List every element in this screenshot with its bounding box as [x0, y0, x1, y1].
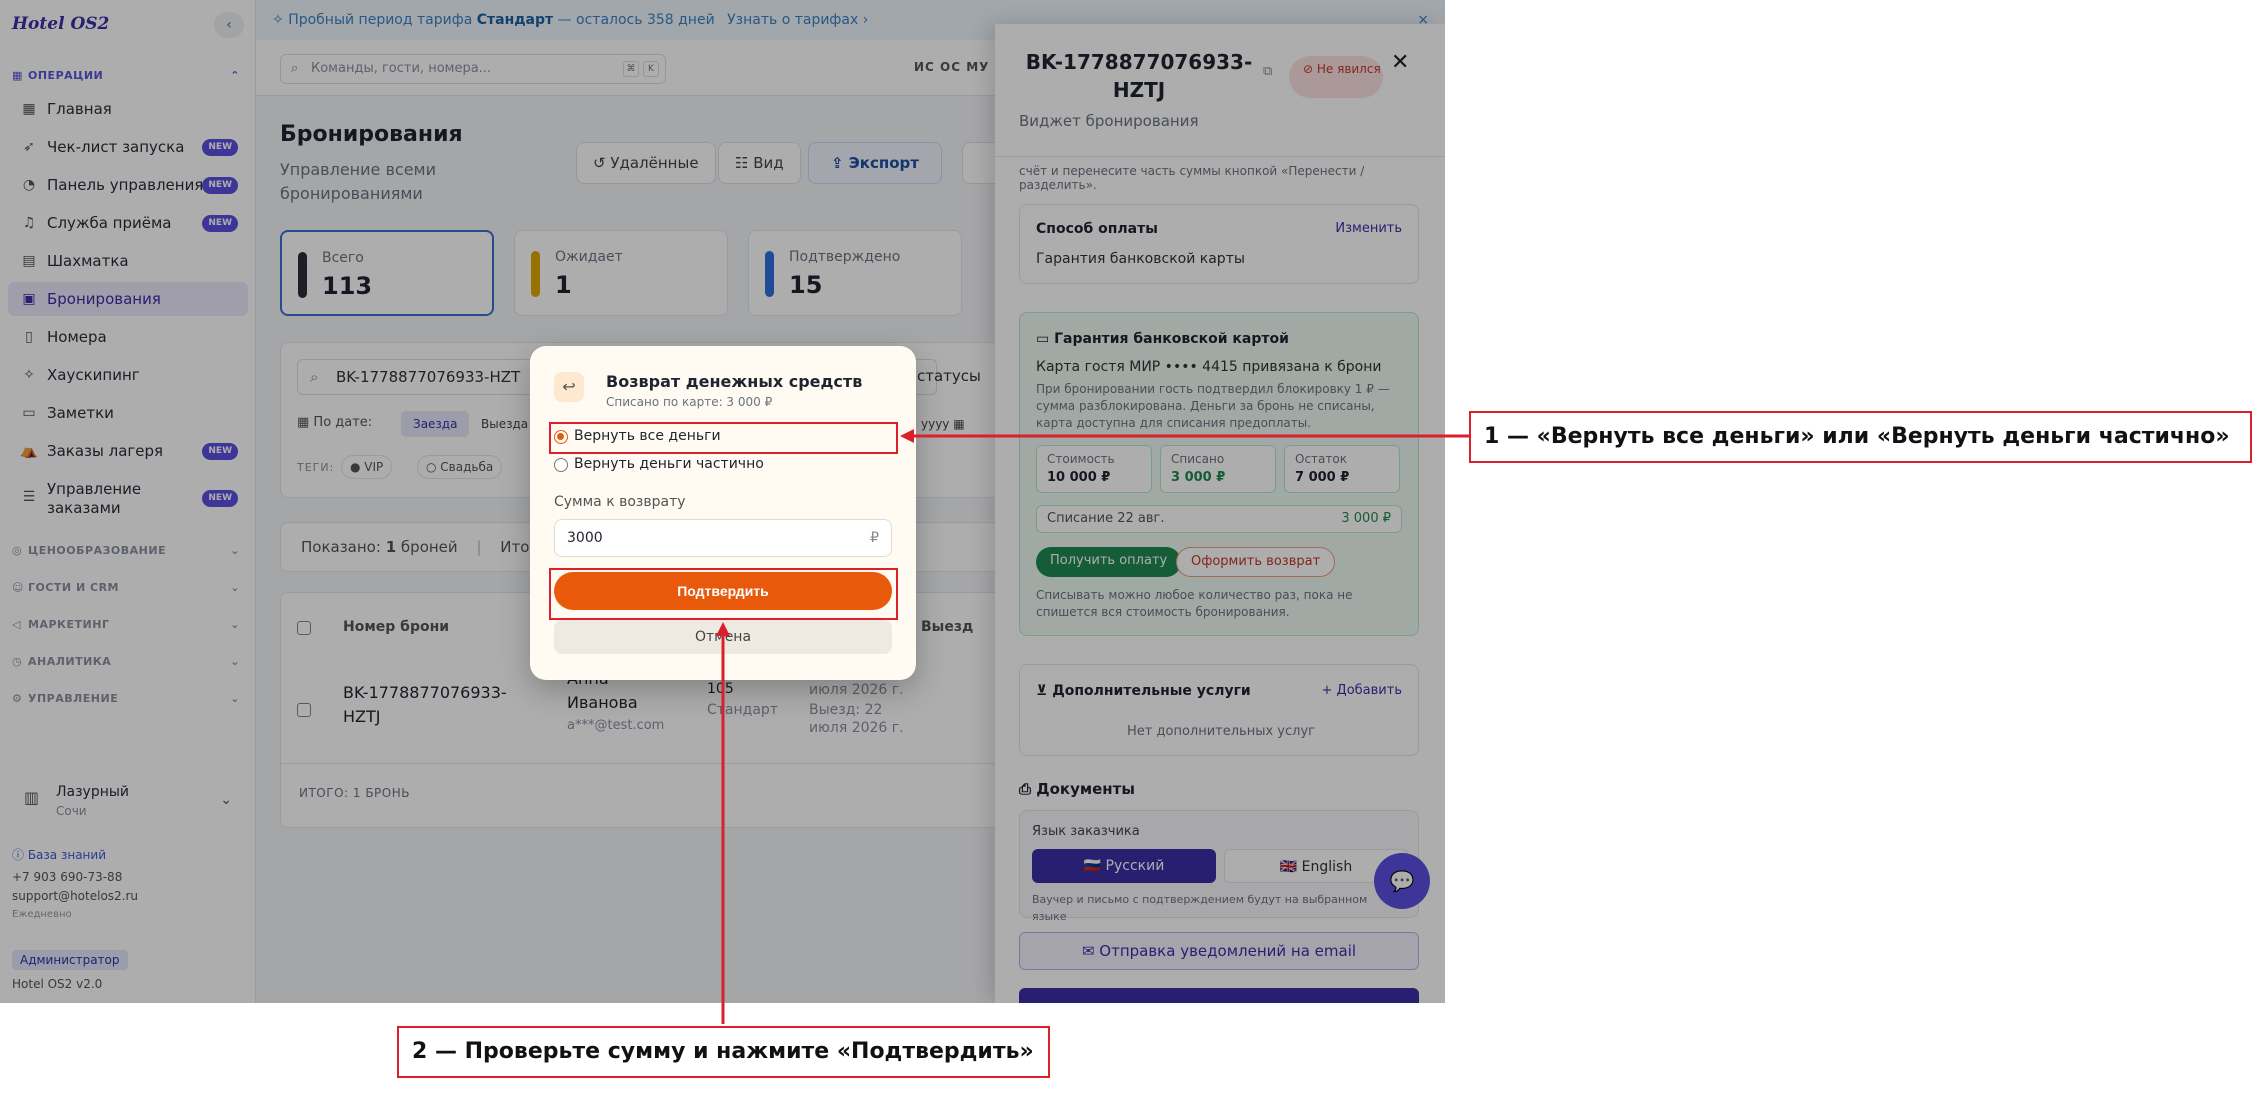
annotation-arrows	[716, 429, 1469, 1024]
arrowhead-step1	[900, 429, 914, 443]
arrowhead-step2	[716, 622, 730, 636]
